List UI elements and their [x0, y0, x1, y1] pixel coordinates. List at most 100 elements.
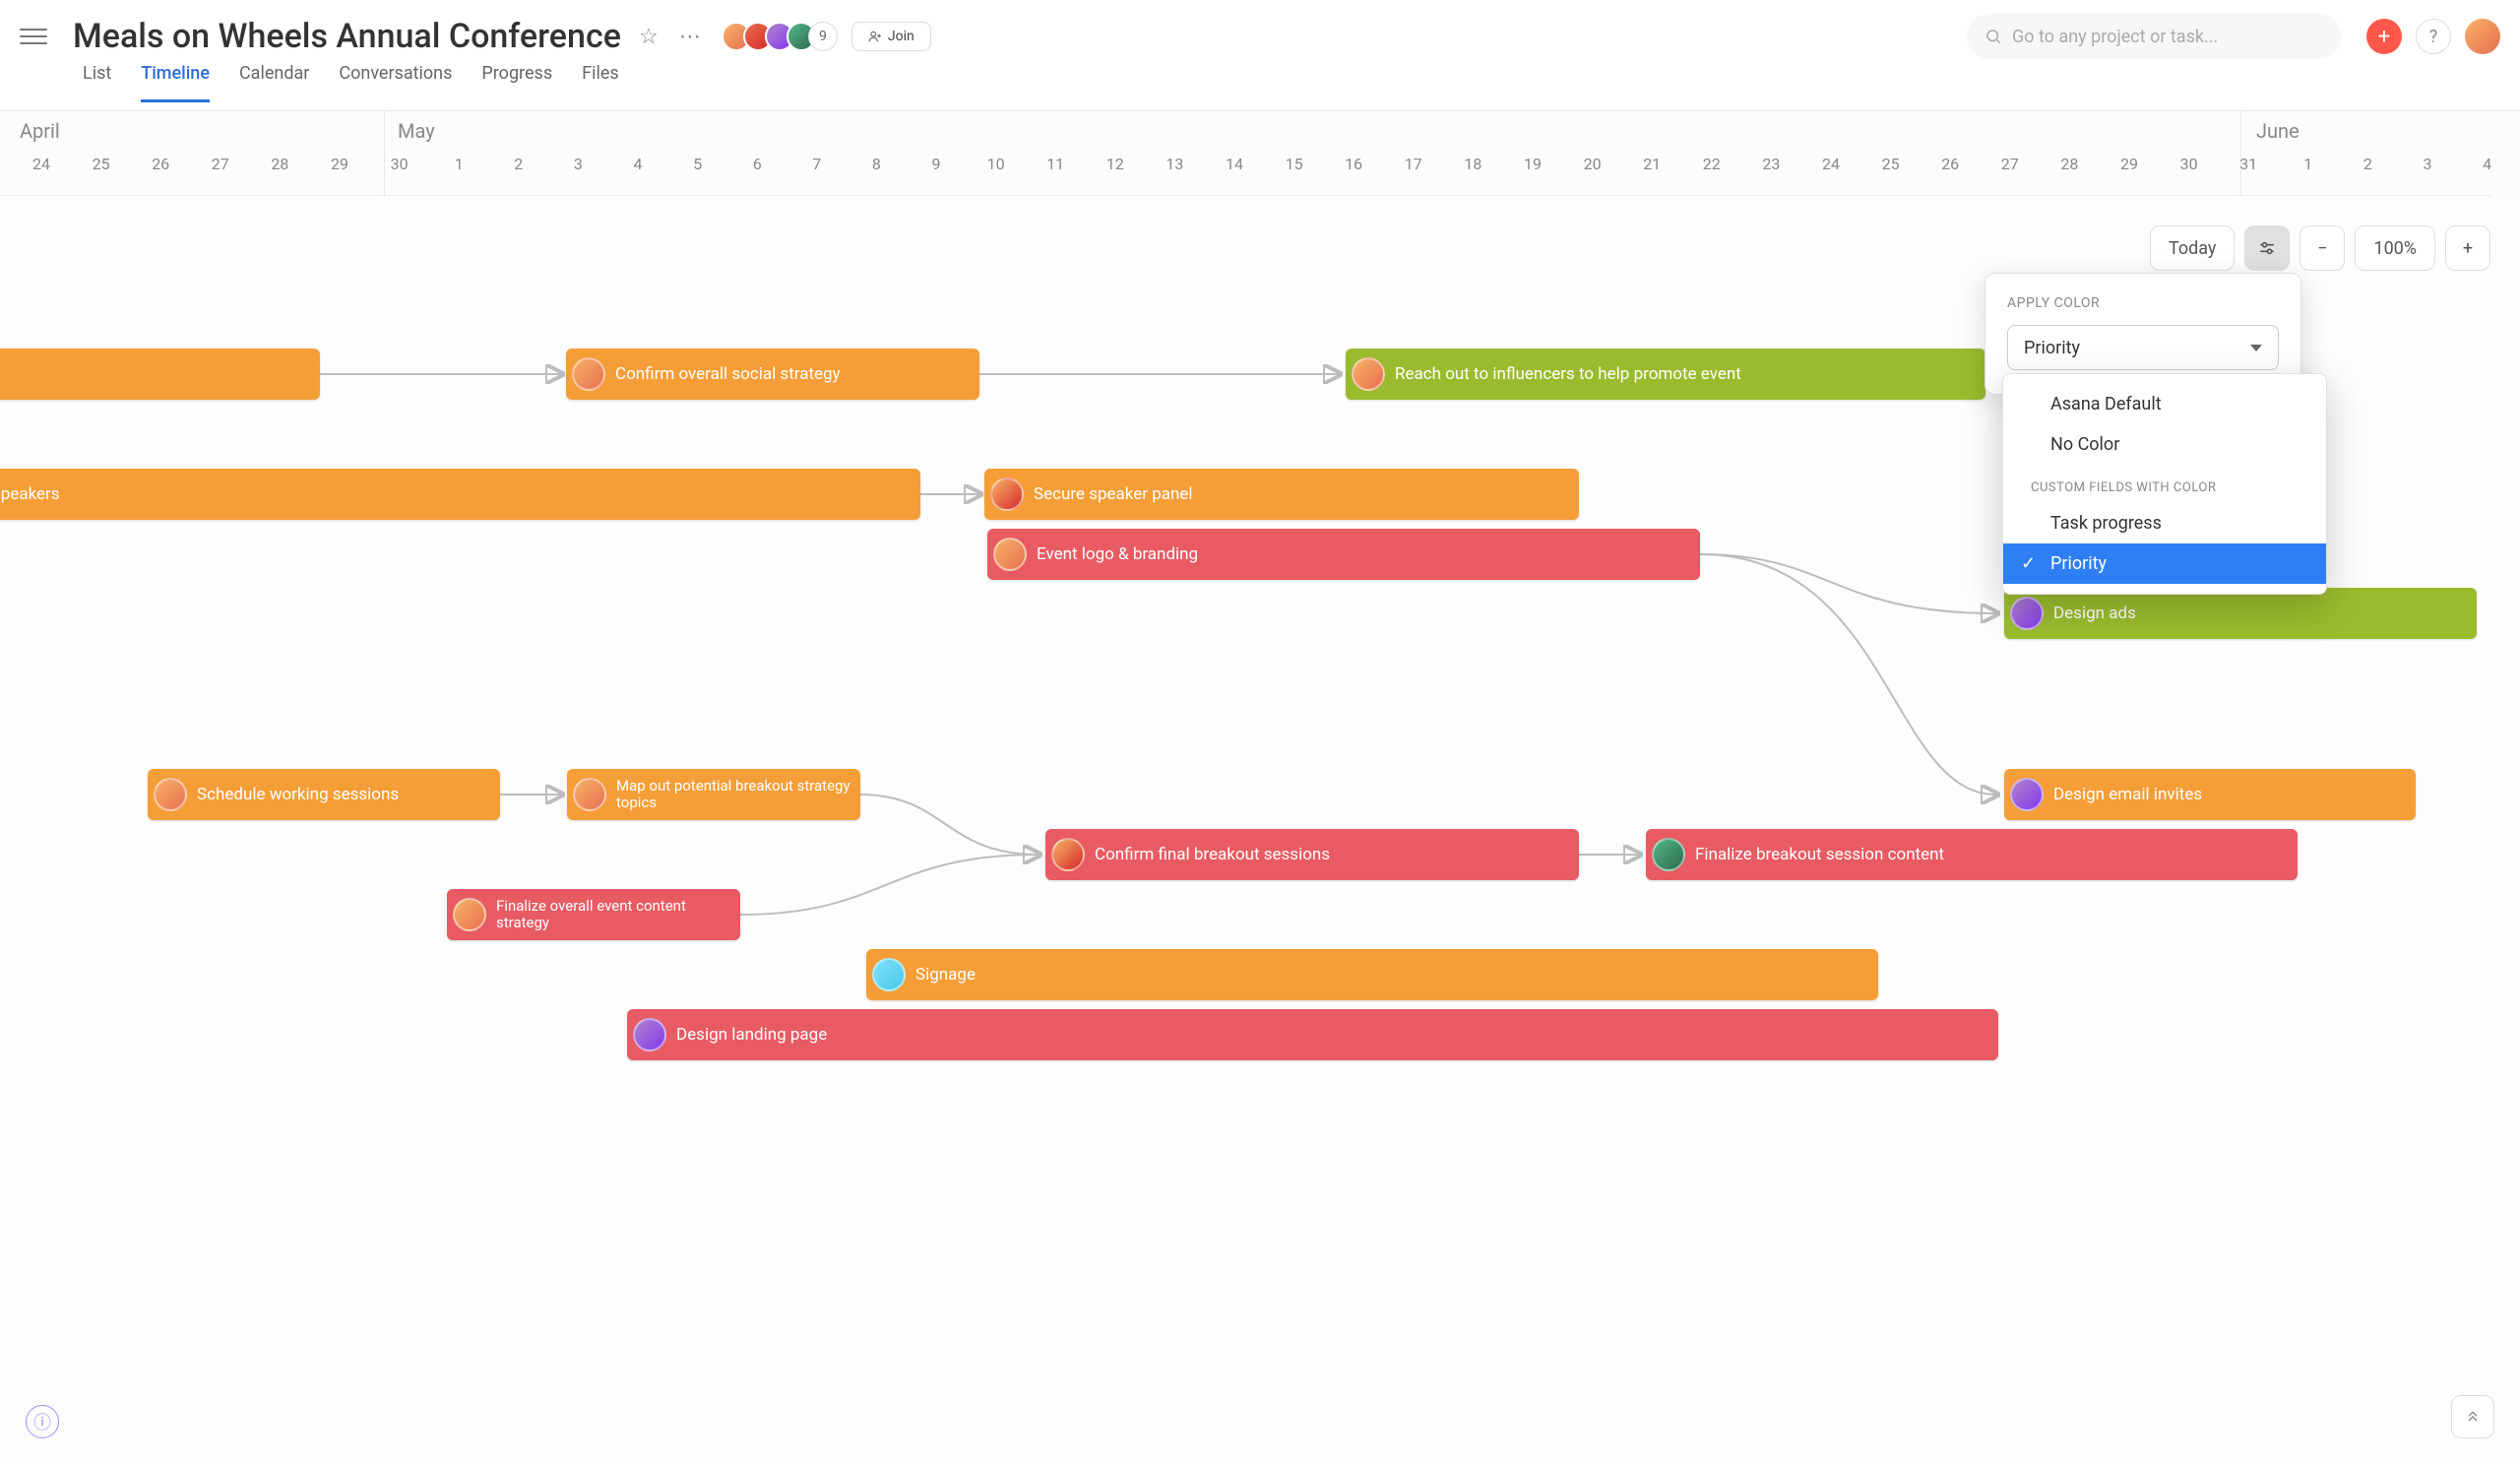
zoom-out-button[interactable]: − — [2300, 225, 2345, 271]
day-label: 26 — [1935, 155, 1965, 173]
dropdown-item[interactable]: Priority — [2003, 543, 2326, 584]
day-label: 13 — [1160, 155, 1189, 173]
task-bar[interactable]: Secure speaker panel — [984, 469, 1579, 520]
day-label: 18 — [1458, 155, 1487, 173]
dropdown-section-label: CUSTOM FIELDS WITH COLOR — [2003, 465, 2326, 503]
assignee-avatar — [573, 778, 606, 811]
user-avatar[interactable] — [2465, 19, 2500, 54]
day-label: 10 — [981, 155, 1011, 173]
search-placeholder: Go to any project or task... — [2012, 27, 2218, 47]
more-icon[interactable]: ⋯ — [676, 23, 704, 50]
task-label: Design ads — [2053, 604, 2136, 623]
day-label: 28 — [265, 155, 294, 173]
join-button[interactable]: Join — [851, 22, 931, 51]
task-label: speakers — [0, 484, 60, 504]
star-icon[interactable]: ☆ — [635, 23, 662, 50]
search-input[interactable]: Go to any project or task... — [1967, 14, 2341, 59]
assignee-avatar — [572, 357, 605, 391]
month-label: April — [20, 119, 60, 143]
day-label: 2 — [504, 155, 534, 173]
day-label: 25 — [87, 155, 116, 173]
day-label: 29 — [2114, 155, 2144, 173]
tab-conversations[interactable]: Conversations — [339, 63, 452, 102]
color-dropdown[interactable]: Asana DefaultNo ColorCUSTOM FIELDS WITH … — [2002, 373, 2327, 595]
day-label: 27 — [206, 155, 235, 173]
task-bar[interactable]: Design email invites — [2004, 769, 2416, 820]
task-bar[interactable]: Design landing page — [627, 1009, 1998, 1060]
assignee-avatar — [1652, 838, 1685, 871]
task-bar[interactable]: Confirm overall social strategy — [566, 349, 979, 400]
day-label: 24 — [27, 155, 56, 173]
day-label: 24 — [1816, 155, 1846, 173]
month-label: June — [2256, 119, 2300, 143]
day-label: 29 — [325, 155, 354, 173]
color-select-value: Priority — [2024, 338, 2080, 358]
assignee-avatar — [633, 1018, 666, 1051]
member-avatars[interactable]: 9 — [722, 22, 838, 51]
day-label: 3 — [2413, 155, 2442, 173]
assignee-avatar — [872, 958, 906, 991]
assignee-avatar — [154, 778, 187, 811]
day-label: 5 — [683, 155, 713, 173]
day-label: 7 — [802, 155, 832, 173]
zoom-level[interactable]: 100% — [2355, 225, 2435, 271]
task-label: Schedule working sessions — [197, 785, 399, 804]
dropdown-item[interactable]: Task progress — [2003, 503, 2326, 543]
task-bar[interactable]: speakers — [0, 469, 920, 520]
day-label: 11 — [1040, 155, 1070, 173]
day-label: 26 — [146, 155, 175, 173]
chevron-down-icon — [2250, 345, 2262, 351]
day-label: 30 — [2174, 155, 2204, 173]
dropdown-item[interactable]: Asana Default — [2003, 384, 2326, 424]
day-label: 12 — [1101, 155, 1130, 173]
task-bar[interactable]: Schedule working sessions — [148, 769, 500, 820]
zoom-in-button[interactable]: + — [2445, 225, 2490, 271]
task-bar[interactable]: Reach out to influencers to help promote… — [1346, 349, 1985, 400]
task-label: Finalize breakout session content — [1695, 845, 1944, 864]
tab-files[interactable]: Files — [582, 63, 619, 102]
task-label: Confirm final breakout sessions — [1095, 845, 1330, 864]
task-bar[interactable]: Finalize overall event content strategy — [447, 889, 740, 940]
day-label: 27 — [1995, 155, 2025, 173]
day-label: 21 — [1637, 155, 1667, 173]
color-select[interactable]: Priority — [2007, 325, 2279, 370]
assignee-avatar — [453, 898, 486, 931]
add-button[interactable]: + — [2366, 19, 2402, 54]
day-label: 1 — [444, 155, 473, 173]
scroll-top-button[interactable] — [2451, 1395, 2494, 1438]
task-label: Confirm overall social strategy — [615, 364, 841, 384]
task-label: Design landing page — [676, 1025, 827, 1045]
assignee-avatar — [1352, 357, 1385, 391]
popover-label: APPLY COLOR — [2007, 295, 2279, 311]
task-bar[interactable]: Map out potential breakout strategy topi… — [567, 769, 860, 820]
day-label: 16 — [1339, 155, 1368, 173]
info-icon[interactable]: ⓘ — [26, 1405, 59, 1438]
assignee-avatar — [2010, 778, 2044, 811]
dropdown-item[interactable]: No Color — [2003, 424, 2326, 465]
task-bar[interactable]: Finalize breakout session content — [1646, 829, 2298, 880]
assignee-avatar — [993, 538, 1027, 571]
task-bar[interactable]: Event logo & branding — [987, 529, 1700, 580]
task-label: Secure speaker panel — [1034, 484, 1193, 504]
month-label: May — [398, 119, 435, 143]
task-bar[interactable]: Confirm final breakout sessions — [1045, 829, 1579, 880]
tab-list[interactable]: List — [83, 63, 111, 102]
menu-toggle[interactable] — [20, 23, 47, 50]
task-label: Finalize overall event content strategy — [496, 898, 730, 932]
tab-timeline[interactable]: Timeline — [141, 63, 210, 102]
tab-calendar[interactable]: Calendar — [239, 63, 309, 102]
day-label: 9 — [921, 155, 951, 173]
day-label: 8 — [861, 155, 891, 173]
day-label: 6 — [742, 155, 772, 173]
day-label: 28 — [2054, 155, 2084, 173]
task-bar[interactable] — [0, 349, 320, 400]
day-label: 15 — [1280, 155, 1309, 173]
task-bar[interactable]: Design ads — [2004, 588, 2477, 639]
settings-icon[interactable] — [2244, 225, 2290, 271]
tab-progress[interactable]: Progress — [481, 63, 552, 102]
task-bar[interactable]: Signage — [866, 949, 1878, 1000]
day-label: 31 — [2234, 155, 2263, 173]
avatar-overflow-count[interactable]: 9 — [808, 22, 838, 51]
help-button[interactable]: ? — [2416, 19, 2451, 54]
today-button[interactable]: Today — [2150, 225, 2235, 271]
